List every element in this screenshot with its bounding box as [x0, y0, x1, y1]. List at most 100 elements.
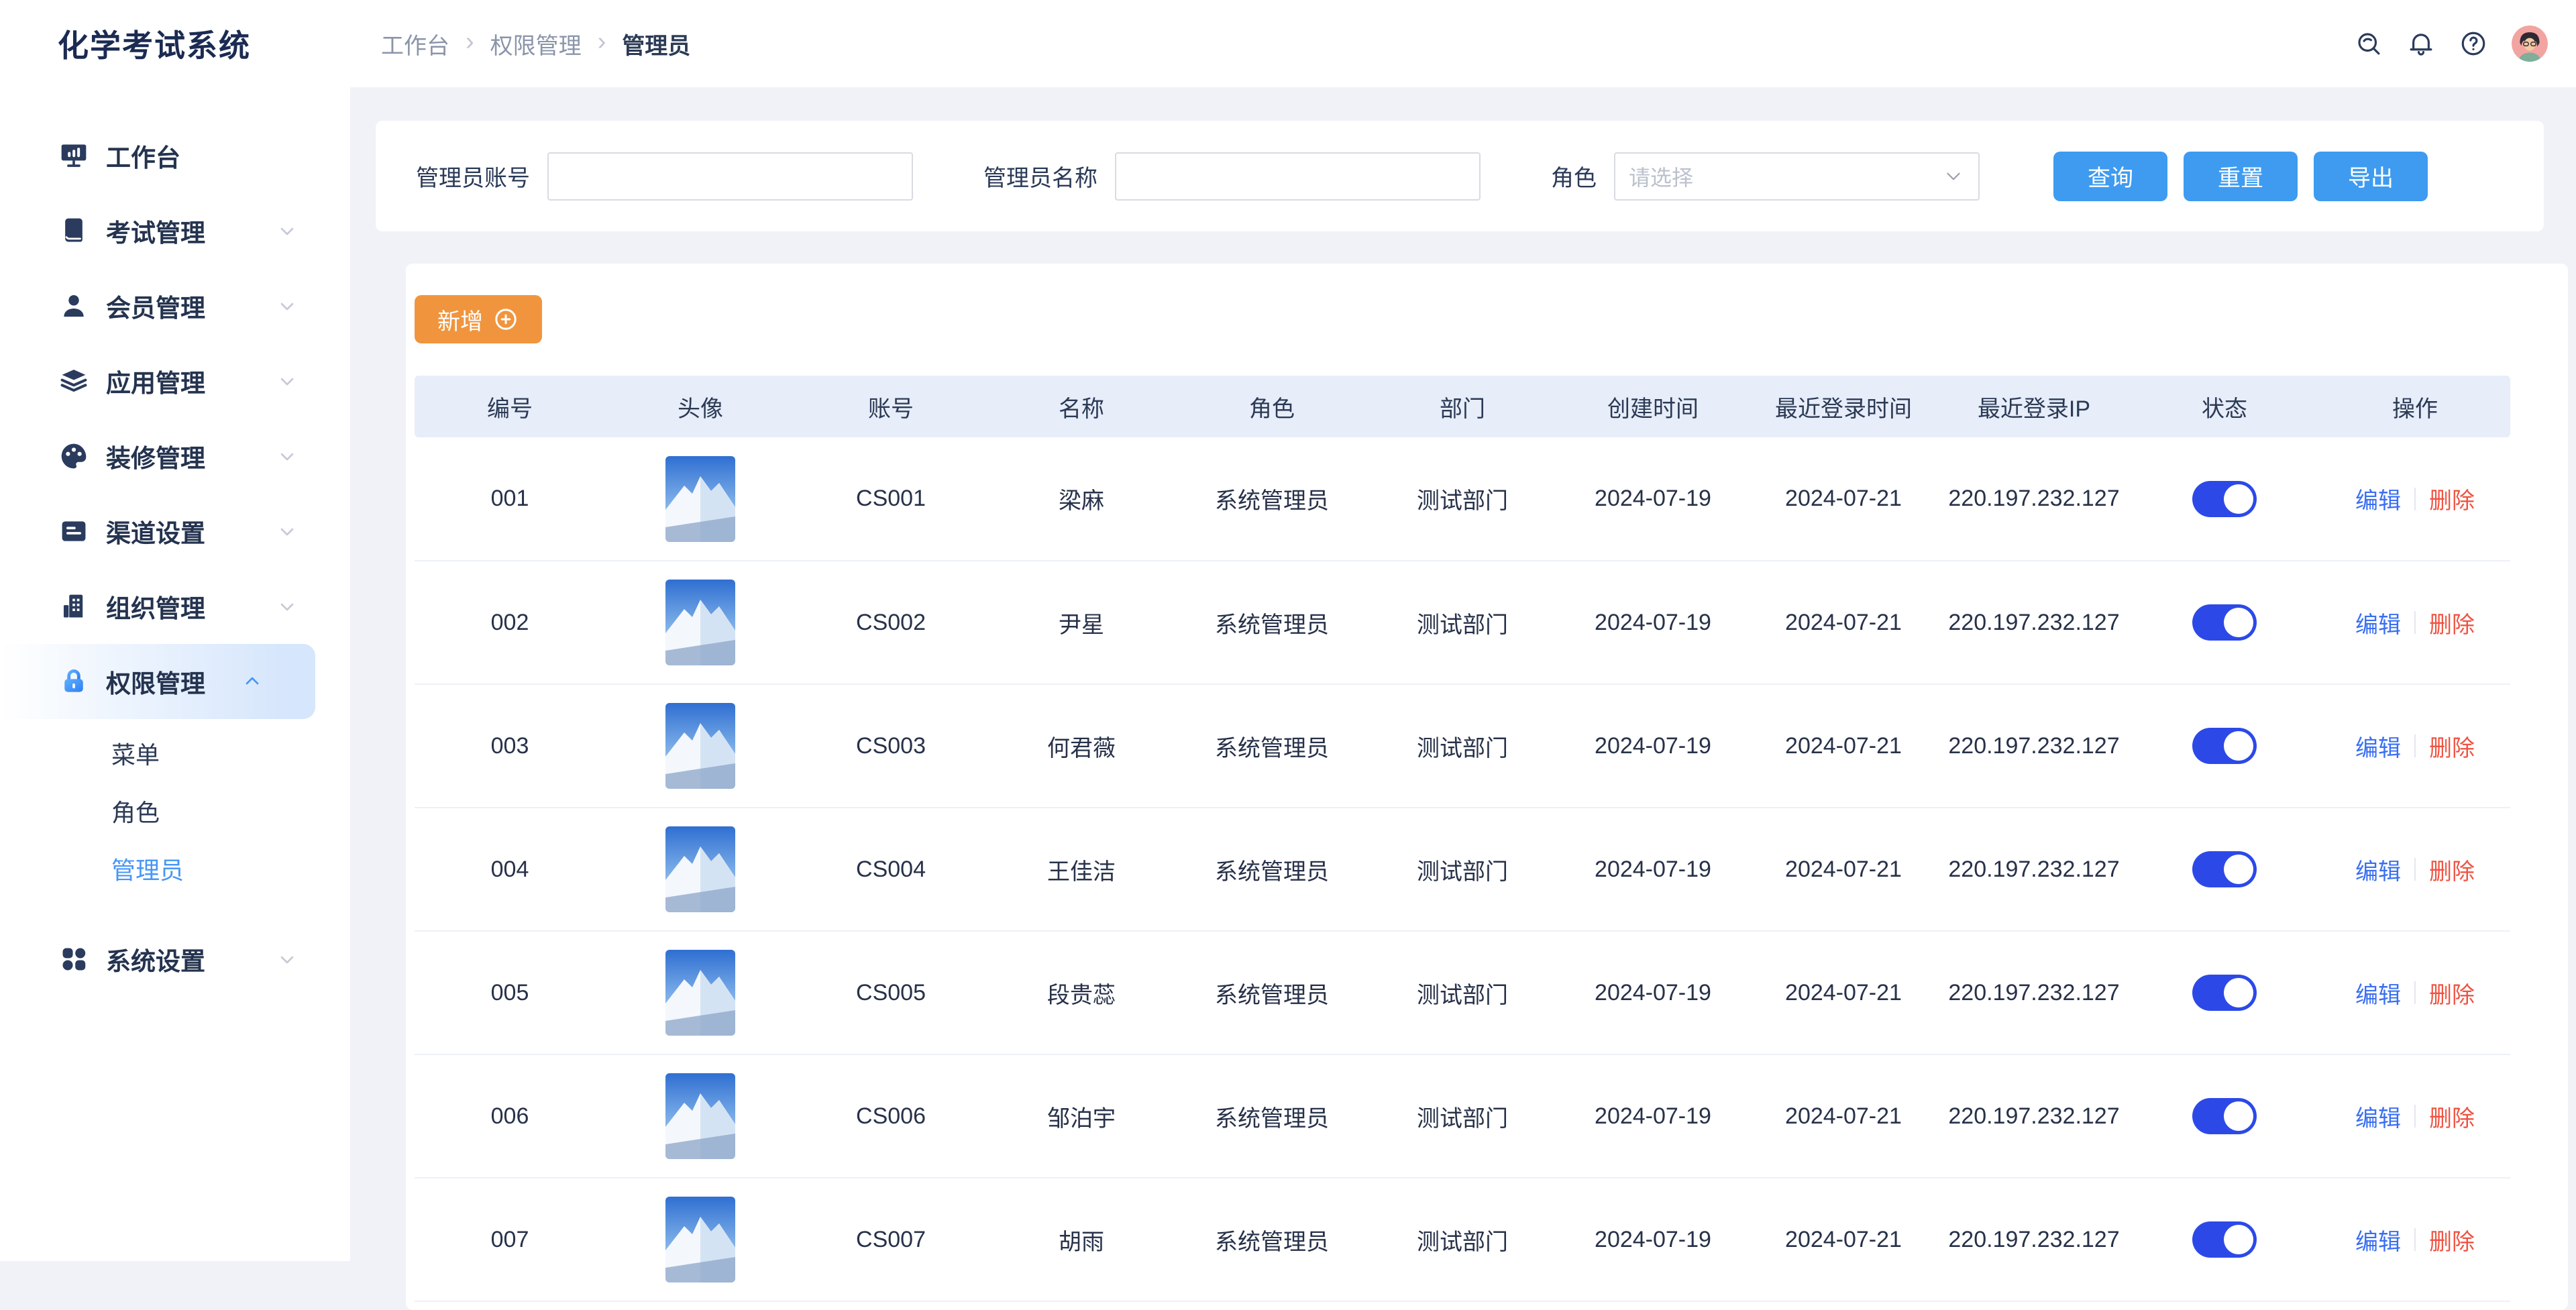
avatar-image — [665, 580, 735, 665]
sidebar-item-system-settings[interactable]: 系统设置 — [0, 922, 350, 997]
status-toggle[interactable] — [2192, 975, 2257, 1011]
sidebar-subitem-admin[interactable]: 管理员 — [0, 840, 350, 897]
add-button[interactable]: 新增 — [415, 295, 542, 343]
reset-button[interactable]: 重置 — [2184, 152, 2298, 201]
sidebar-item-channel-settings[interactable]: 渠道设置 — [0, 494, 350, 569]
filter-account-group: 管理员账号 — [416, 152, 913, 201]
cell-created-time: 2024-07-19 — [1558, 1178, 1748, 1301]
role-select[interactable]: 请选择 — [1614, 152, 1980, 201]
column-header: 账号 — [796, 376, 986, 437]
main-content: 管理员账号 管理员名称 角色 请选择 查询 重置 导出 新增 — [350, 87, 2576, 1261]
status-toggle[interactable] — [2192, 604, 2257, 641]
cell-avatar — [605, 1178, 796, 1301]
action-divider — [2414, 1228, 2416, 1251]
table-row: 007 CS007 胡雨 系统管理员 测试部门 2024-07-19 2024-… — [415, 1178, 2510, 1301]
cell-id: 003 — [415, 684, 605, 808]
breadcrumb-item-permission[interactable]: 权限管理 — [490, 28, 582, 60]
cell-name: 段贵蕊 — [986, 931, 1177, 1054]
cell-created-time: 2024-07-19 — [1558, 437, 1748, 561]
edit-link[interactable]: 编辑 — [2355, 482, 2401, 515]
cell-last-login-time: 2024-07-21 — [1748, 437, 1939, 561]
cell-id: 007 — [415, 1178, 605, 1301]
delete-link[interactable]: 删除 — [2429, 482, 2475, 515]
cell-status — [2129, 1054, 2320, 1178]
table-row: 003 CS003 何君薇 系统管理员 测试部门 2024-07-19 2024… — [415, 684, 2510, 808]
status-toggle[interactable] — [2192, 1221, 2257, 1258]
notification-bell-icon[interactable] — [2407, 30, 2435, 58]
cell-department: 测试部门 — [1367, 684, 1558, 808]
filter-buttons: 查询 重置 导出 — [2053, 152, 2428, 201]
search-icon[interactable] — [2355, 30, 2383, 58]
delete-link[interactable]: 删除 — [2429, 730, 2475, 763]
top-header: 化学考试系统 工作台 › 权限管理 › 管理员 — [0, 0, 2576, 87]
chevron-down-icon — [276, 445, 298, 467]
cell-avatar — [605, 1054, 796, 1178]
admin-account-input[interactable] — [547, 152, 913, 201]
delete-link[interactable]: 删除 — [2429, 1223, 2475, 1256]
avatar-image — [665, 456, 735, 542]
cell-department: 测试部门 — [1367, 1178, 1558, 1301]
chevron-down-icon — [276, 220, 298, 241]
status-toggle[interactable] — [2192, 728, 2257, 764]
cell-id: 002 — [415, 561, 605, 684]
search-button[interactable]: 查询 — [2053, 152, 2167, 201]
cell-name: 尹星 — [986, 561, 1177, 684]
cell-department: 测试部门 — [1367, 561, 1558, 684]
edit-link[interactable]: 编辑 — [2355, 1100, 2401, 1133]
avatar-image — [665, 703, 735, 789]
status-toggle[interactable] — [2192, 1098, 2257, 1134]
breadcrumb-item-current: 管理员 — [622, 28, 690, 60]
action-divider — [2414, 981, 2416, 1004]
cell-actions: 编辑 删除 — [2320, 1054, 2510, 1178]
table-row: 002 CS002 尹星 系统管理员 测试部门 2024-07-19 2024-… — [415, 561, 2510, 684]
layers-icon — [59, 366, 89, 396]
sidebar-item-organization-management[interactable]: 组织管理 — [0, 569, 350, 644]
cell-last-login-time: 2024-07-21 — [1748, 1054, 1939, 1178]
cell-status — [2129, 684, 2320, 808]
sidebar-item-workbench[interactable]: 工作台 — [0, 118, 350, 193]
edit-link[interactable]: 编辑 — [2355, 853, 2401, 886]
edit-link[interactable]: 编辑 — [2355, 606, 2401, 639]
chevron-down-icon — [276, 521, 298, 542]
status-toggle[interactable] — [2192, 851, 2257, 887]
column-header: 编号 — [415, 376, 605, 437]
cell-role: 系统管理员 — [1177, 808, 1367, 931]
status-toggle[interactable] — [2192, 481, 2257, 517]
breadcrumb-item-workbench[interactable]: 工作台 — [381, 28, 449, 60]
admin-name-input[interactable] — [1115, 152, 1481, 201]
sidebar-subitem-menu[interactable]: 菜单 — [0, 724, 350, 782]
avatar-image — [665, 1197, 735, 1282]
column-header: 创建时间 — [1558, 376, 1748, 437]
cell-name: 王佳洁 — [986, 808, 1177, 931]
table-row: 001 CS001 梁麻 系统管理员 测试部门 2024-07-19 2024-… — [415, 437, 2510, 561]
sidebar-item-decoration-management[interactable]: 装修管理 — [0, 419, 350, 494]
cell-status — [2129, 931, 2320, 1054]
help-icon[interactable] — [2459, 30, 2487, 58]
cell-account: CS006 — [796, 1054, 986, 1178]
sidebar-subitem-role[interactable]: 角色 — [0, 782, 350, 840]
avatar-image — [665, 826, 735, 912]
sidebar-item-app-management[interactable]: 应用管理 — [0, 343, 350, 419]
cell-created-time: 2024-07-19 — [1558, 808, 1748, 931]
export-button[interactable]: 导出 — [2314, 152, 2428, 201]
delete-link[interactable]: 删除 — [2429, 606, 2475, 639]
cell-department: 测试部门 — [1367, 1054, 1558, 1178]
dashboard-icon — [59, 141, 89, 170]
edit-link[interactable]: 编辑 — [2355, 1223, 2401, 1256]
edit-link[interactable]: 编辑 — [2355, 977, 2401, 1009]
delete-link[interactable]: 删除 — [2429, 853, 2475, 886]
delete-link[interactable]: 删除 — [2429, 1100, 2475, 1133]
sidebar-item-member-management[interactable]: 会员管理 — [0, 268, 350, 343]
cell-role: 系统管理员 — [1177, 684, 1367, 808]
user-avatar[interactable] — [2512, 25, 2548, 62]
sidebar-submenu: 菜单角色管理员 — [0, 724, 350, 897]
avatar-image — [665, 1073, 735, 1159]
sidebar-item-permission-management[interactable]: 权限管理 — [0, 644, 315, 719]
table-row: 005 CS005 段贵蕊 系统管理员 测试部门 2024-07-19 2024… — [415, 931, 2510, 1054]
delete-link[interactable]: 删除 — [2429, 977, 2475, 1009]
filter-role-group: 角色 请选择 — [1551, 152, 1980, 201]
cell-actions: 编辑 删除 — [2320, 437, 2510, 561]
edit-link[interactable]: 编辑 — [2355, 730, 2401, 763]
sidebar-item-label: 会员管理 — [106, 288, 205, 324]
sidebar-item-exam-management[interactable]: 考试管理 — [0, 193, 350, 268]
